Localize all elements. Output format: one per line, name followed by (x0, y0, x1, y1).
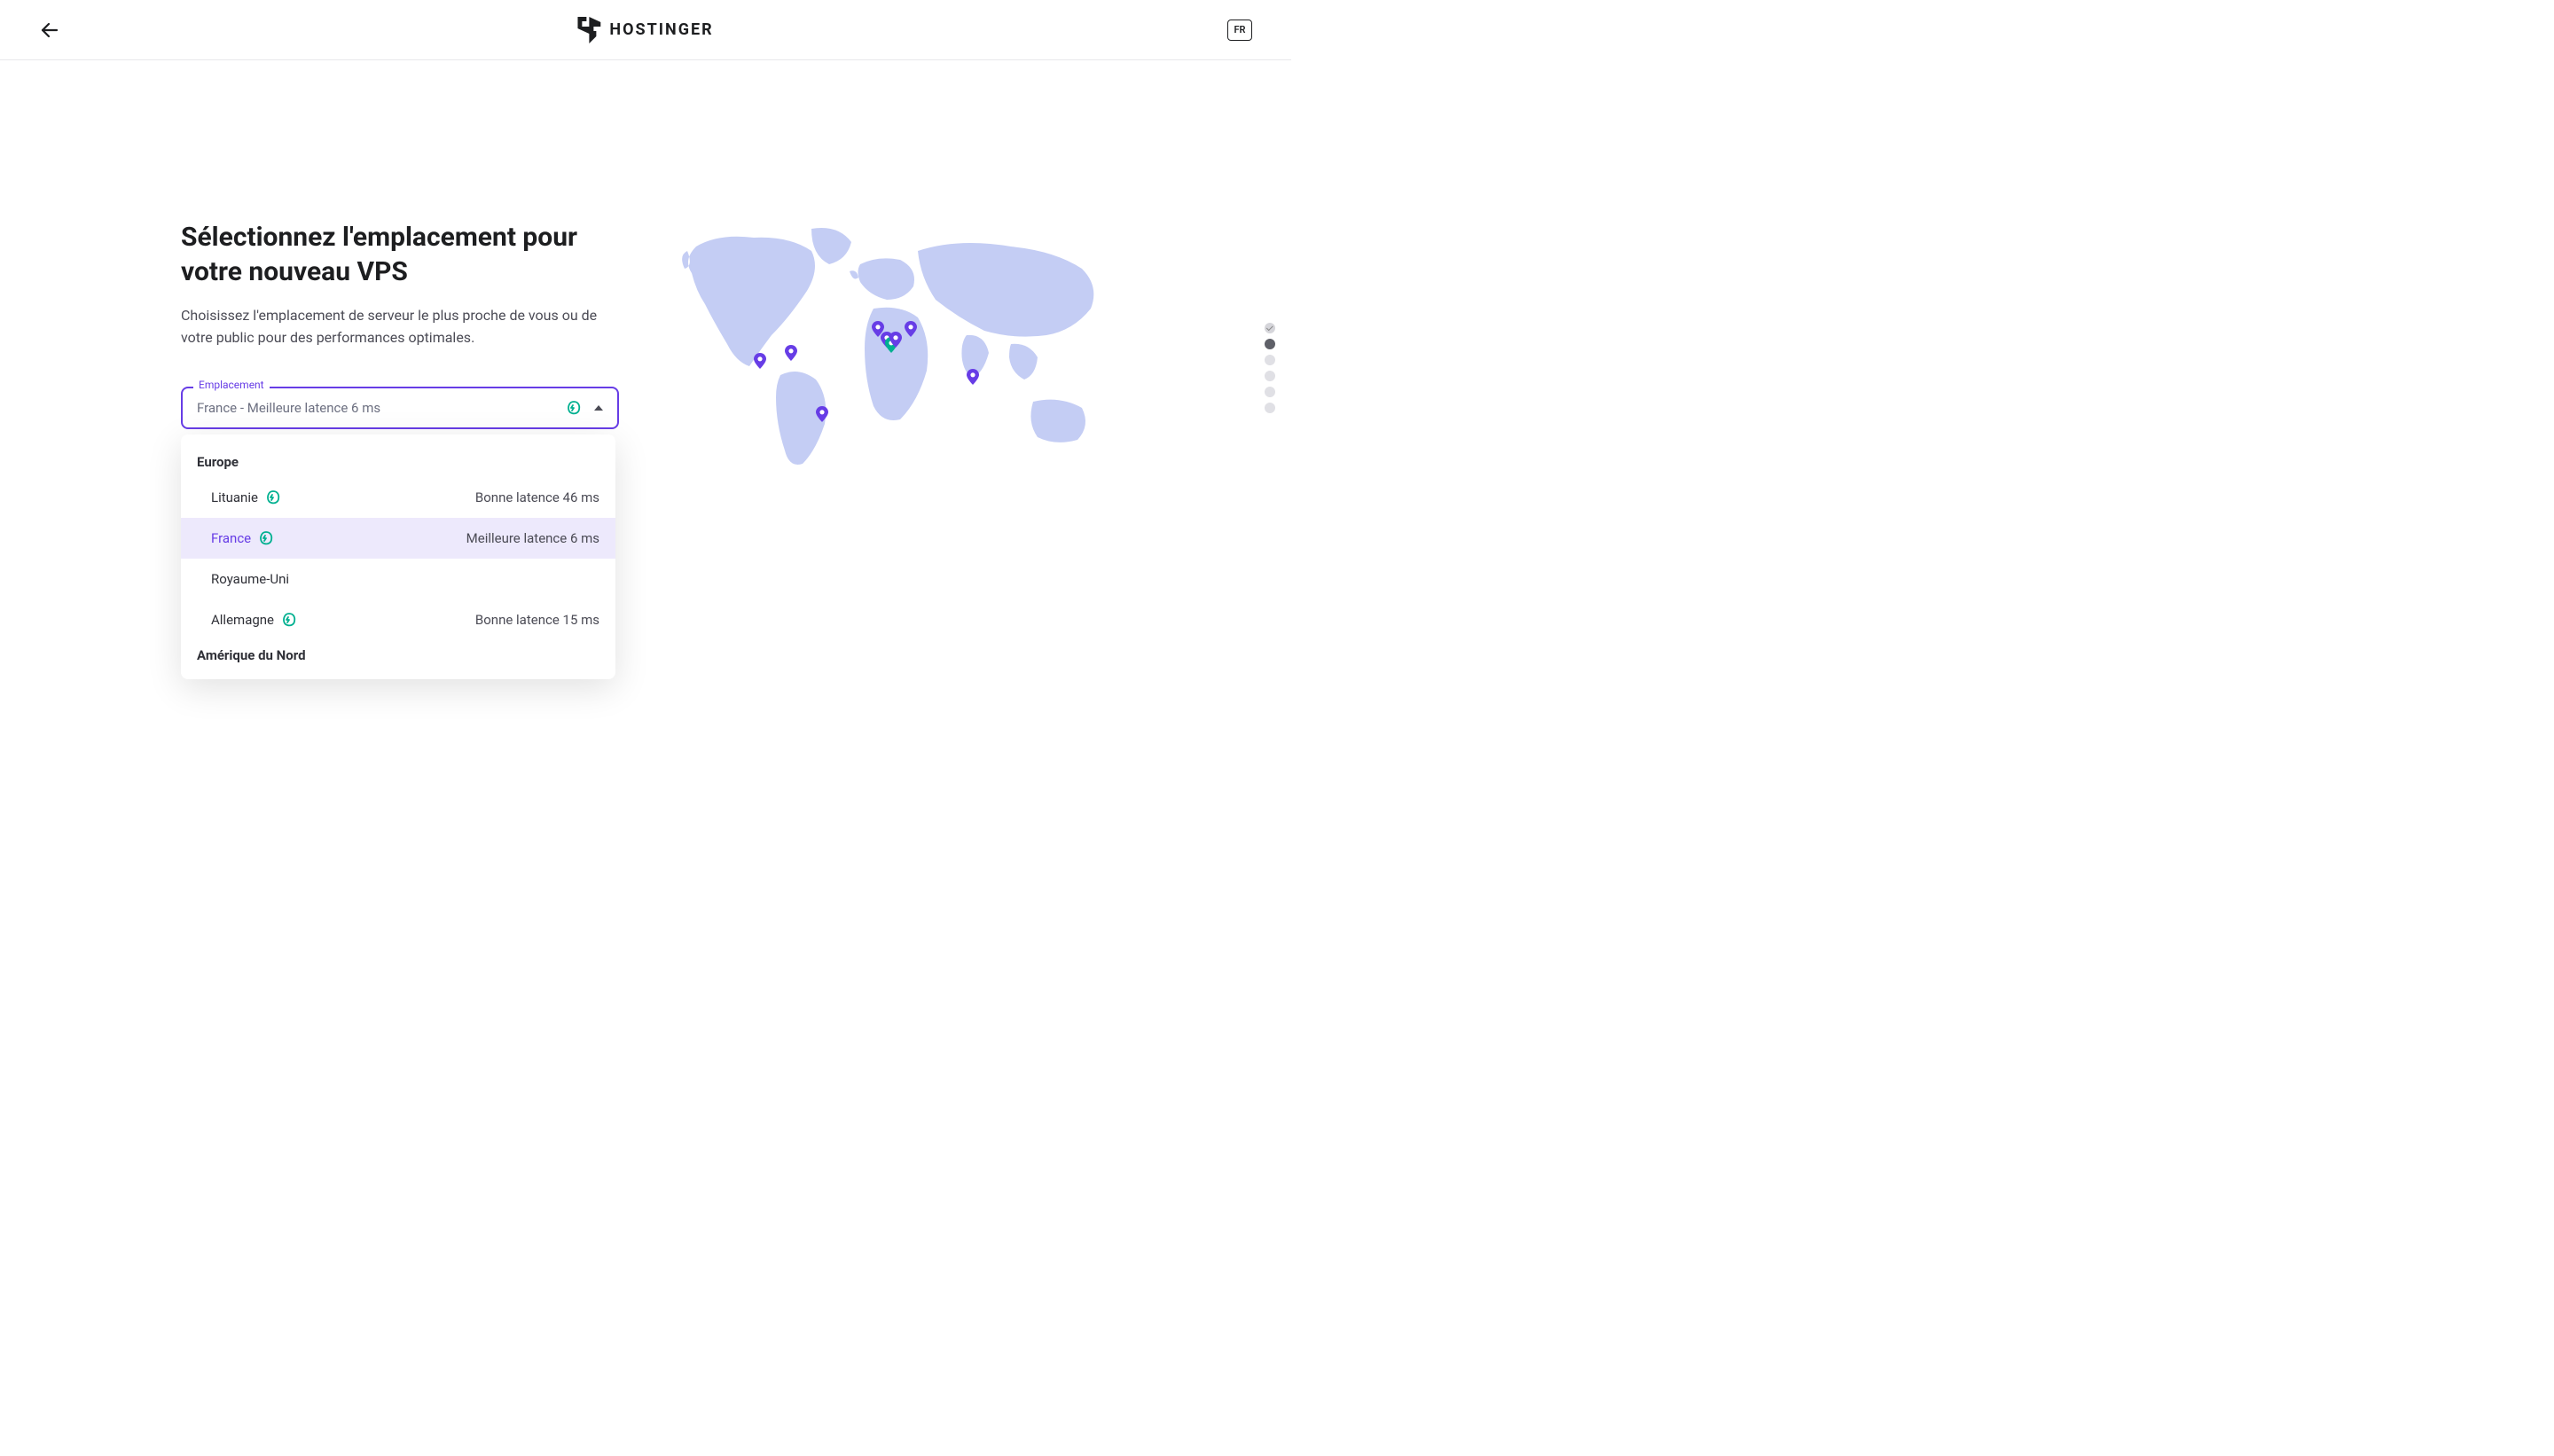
map-pin[interactable] (816, 406, 828, 422)
language-selector[interactable]: FR (1227, 20, 1252, 41)
location-dropdown: Europe Lituanie Bonne latence 46 ms France M… (181, 434, 615, 679)
language-code: FR (1234, 24, 1245, 35)
option-name: Allemagne (211, 612, 274, 628)
map-pin[interactable] (889, 332, 902, 348)
page-title: Sélectionnez l'emplacement pour votre no… (181, 220, 607, 289)
hostinger-logo-icon (577, 17, 600, 43)
map-pin[interactable] (754, 353, 766, 369)
step-dot (1265, 339, 1275, 349)
chevron-up-icon (594, 405, 603, 411)
step-dot (1265, 323, 1275, 333)
step-dot (1265, 403, 1275, 413)
dropdown-group-header: Amérique du Nord (181, 640, 615, 670)
world-map (674, 220, 1117, 486)
location-option[interactable]: Lituanie Bonne latence 46 ms (181, 477, 615, 518)
page-subtitle: Choisissez l'emplacement de serveur le p… (181, 305, 607, 349)
step-dot (1265, 371, 1275, 381)
step-dot (1265, 355, 1275, 365)
brand-logo: HOSTINGER (577, 17, 713, 43)
map-pin[interactable] (967, 369, 979, 385)
option-latency: Meilleure latence 6 ms (466, 530, 599, 546)
back-button[interactable] (39, 20, 60, 41)
map-pin[interactable] (905, 321, 917, 337)
eco-icon (265, 489, 281, 505)
step-dot (1265, 387, 1275, 397)
eco-icon (258, 530, 274, 546)
location-select[interactable]: France - Meilleure latence 6 ms (181, 387, 619, 429)
eco-icon (566, 400, 582, 416)
eco-icon (281, 612, 297, 628)
option-latency: Bonne latence 15 ms (475, 612, 599, 628)
map-pin[interactable] (785, 345, 797, 361)
location-option[interactable]: Royaume-Uni (181, 559, 615, 599)
field-label: Emplacement (193, 379, 270, 391)
option-name: France (211, 530, 251, 546)
option-name: Royaume-Uni (211, 571, 289, 587)
location-option[interactable]: Allemagne Bonne latence 15 ms (181, 599, 615, 640)
location-selected-value: France - Meilleure latence 6 ms (197, 400, 380, 416)
dropdown-group-header: Europe (181, 447, 615, 477)
step-indicator (1265, 323, 1275, 413)
option-latency: Bonne latence 46 ms (475, 489, 599, 505)
brand-name: HOSTINGER (609, 20, 713, 39)
option-name: Lituanie (211, 489, 258, 505)
location-option[interactable]: France Meilleure latence 6 ms (181, 518, 615, 559)
